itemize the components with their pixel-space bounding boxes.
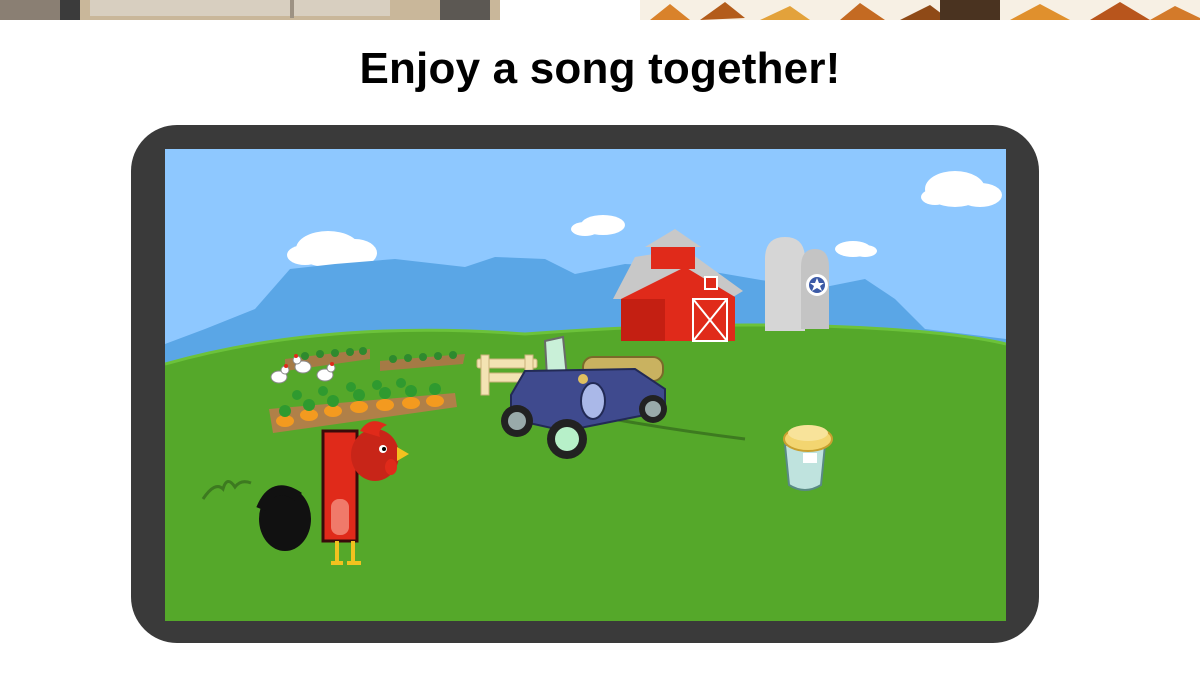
silo-icon: [765, 237, 829, 331]
top-banner-strip: [0, 0, 1200, 20]
video-screen[interactable]: [165, 149, 1006, 621]
page-title: Enjoy a song together!: [359, 44, 841, 93]
